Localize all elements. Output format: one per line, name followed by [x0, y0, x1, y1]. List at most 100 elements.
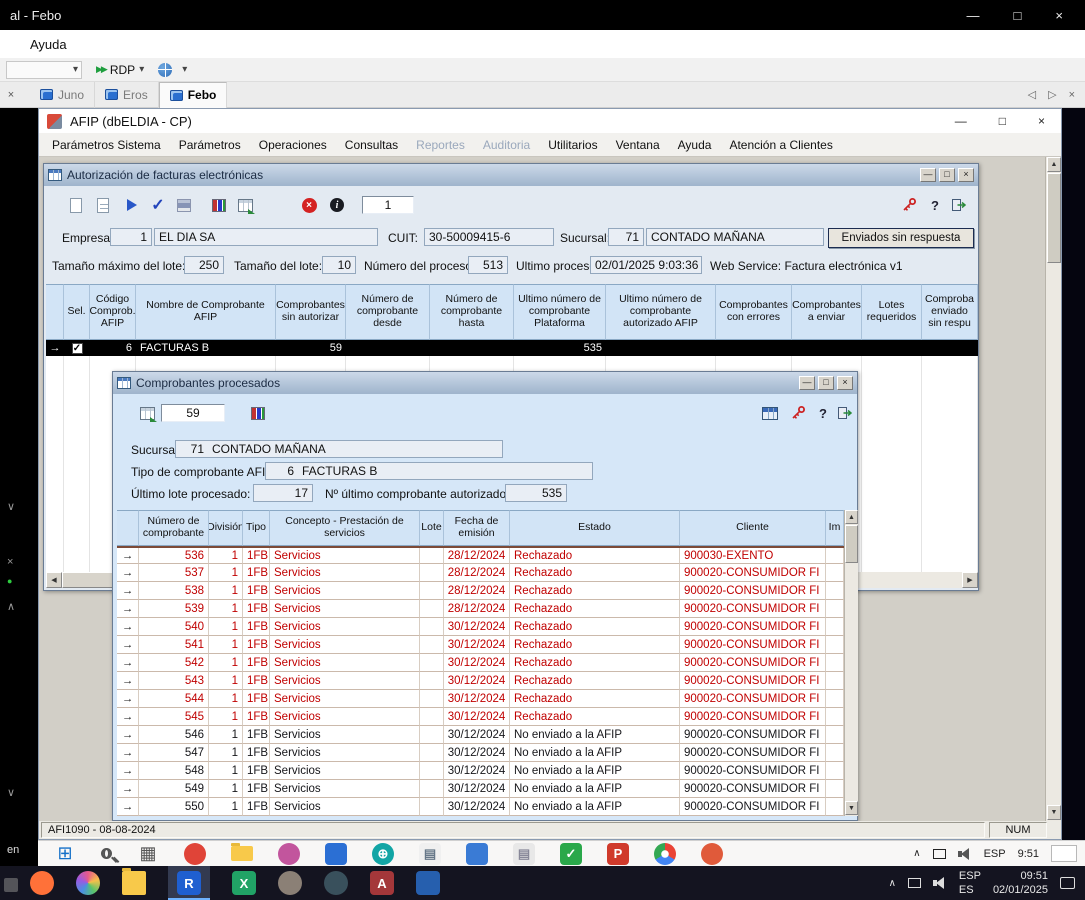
key-button[interactable] [897, 194, 921, 216]
display-tray-icon[interactable] [933, 849, 946, 859]
menu-ayuda[interactable]: Ayuda [669, 138, 721, 152]
remote-maximize-button[interactable]: □ [1014, 8, 1022, 23]
info-button[interactable]: i [325, 194, 349, 216]
minimize-button[interactable]: — [920, 168, 936, 182]
ultimo-lote-field[interactable]: 17 [253, 484, 313, 502]
help-button[interactable]: ? [811, 402, 835, 424]
background-close-icon[interactable]: × [7, 556, 13, 568]
pen-app-icon[interactable] [416, 871, 440, 895]
table-row[interactable]: →54911FBServicios30/12/2024No enviado a … [117, 780, 844, 798]
firefox-icon[interactable] [30, 871, 54, 895]
minimize-button[interactable]: — [799, 376, 815, 390]
language-indicator[interactable]: ESP ES [959, 869, 981, 898]
network-tray-icon[interactable] [908, 878, 921, 888]
gimp-icon[interactable] [278, 871, 302, 895]
chrome-icon[interactable] [654, 843, 676, 865]
table-row[interactable]: →55011FBServicios30/12/2024No enviado a … [117, 798, 844, 816]
columns-button[interactable] [246, 402, 270, 424]
menu-atencion-a-clientes[interactable]: Atención a Clientes [720, 138, 841, 152]
pdf-app-icon[interactable]: P [607, 843, 629, 865]
column-header-fecha-de-emision[interactable]: Fecha de emisión [444, 510, 510, 546]
browser-icon[interactable] [184, 843, 206, 865]
menu-parametros[interactable]: Parámetros [170, 138, 250, 152]
calendar-app-icon[interactable]: ✓ [560, 843, 582, 865]
table-view-button[interactable] [758, 402, 782, 424]
scroll-thumb[interactable] [1047, 173, 1061, 263]
file-explorer-icon[interactable] [231, 846, 253, 861]
sucursal-field[interactable]: 71 CONTADO MAÑANA [175, 440, 503, 458]
document-app-icon[interactable]: ▤ [419, 843, 441, 865]
table-row[interactable]: →54811FBServicios30/12/2024No enviado a … [117, 762, 844, 780]
auth-grid-selected-row[interactable]: →✓6FACTURAS B59535 [46, 340, 978, 356]
tab-close-button[interactable]: × [1069, 89, 1075, 101]
column-header-numero-de-comprobante[interactable]: Número de comprobante [139, 510, 209, 546]
menu-operaciones[interactable]: Operaciones [250, 138, 336, 152]
menu-auditoria[interactable]: Auditoria [474, 138, 539, 152]
proc-grid-vscrollbar[interactable]: ▲ ▼ [844, 510, 858, 816]
afip-titlebar[interactable]: AFIP (dbELDIA - CP) — □ × [39, 109, 1061, 133]
file-explorer-icon[interactable] [122, 871, 146, 895]
column-header-concepto-prestacion-de-servicios[interactable]: Concepto - Prestación de servicios [270, 510, 420, 546]
remote-clock[interactable]: 9:51 [1018, 848, 1039, 860]
column-header-codigo-comprob-afip[interactable]: Código Comprob. AFIP [90, 284, 136, 340]
table-row[interactable]: →54011FBServicios30/12/2024Rechazado9000… [117, 618, 844, 636]
globe-icon[interactable] [158, 63, 172, 77]
column-header-comprobantes-con-errores[interactable]: Comprobantes con errores [716, 284, 792, 340]
tab-febo[interactable]: Febo [159, 82, 228, 108]
ultimo-autorizado-field[interactable]: 535 [505, 484, 567, 502]
rdp-manager-icon[interactable]: R [177, 871, 201, 895]
run-button[interactable] [120, 194, 144, 216]
mdi-vscrollbar[interactable]: ▲ ▼ [1045, 157, 1061, 821]
obs-icon[interactable] [324, 871, 348, 895]
tipo-comprobante-field[interactable]: 6 FACTURAS B [265, 462, 593, 480]
column-header-im[interactable]: Im [826, 510, 844, 546]
column-header-estado[interactable]: Estado [510, 510, 680, 546]
close-button[interactable]: × [958, 168, 974, 182]
app-icon-pink[interactable] [278, 843, 300, 865]
server-combobox[interactable]: ▾ [6, 61, 82, 79]
cuit-field[interactable]: 30-50009415-6 [424, 228, 554, 246]
column-header-cliente[interactable]: Cliente [680, 510, 826, 546]
menu-ventana[interactable]: Ventana [607, 138, 669, 152]
close-button[interactable]: × [837, 376, 853, 390]
tab-eros[interactable]: Eros [95, 82, 159, 108]
auth-window-titlebar[interactable]: Autorización de facturas electrónicas — … [44, 164, 978, 186]
column-header-comprobantes-a-enviar[interactable]: Comprobantes a enviar [792, 284, 862, 340]
menu-consultas[interactable]: Consultas [336, 138, 407, 152]
numero-proceso-field[interactable]: 513 [468, 256, 508, 274]
column-header-division[interactable]: División [209, 510, 243, 546]
paint-app-icon[interactable] [76, 871, 100, 895]
background-scroll-up-icon[interactable]: ∧ [7, 600, 15, 613]
process-counter-field[interactable]: 1 [362, 196, 414, 214]
task-view-button[interactable]: ▦ [137, 843, 159, 865]
app-minimize-button[interactable]: — [955, 114, 967, 128]
show-desktop-button[interactable] [1051, 845, 1077, 862]
menu-parametros-sistema[interactable]: Parámetros Sistema [43, 138, 170, 152]
teams-icon[interactable]: ⊕ [372, 843, 394, 865]
column-header-lotes-requeridos[interactable]: Lotes requeridos [862, 284, 922, 340]
excel-icon[interactable]: X [232, 871, 256, 895]
remote-minimize-button[interactable]: — [967, 8, 980, 23]
cancel-button[interactable]: × [297, 194, 321, 216]
scroll-down-button[interactable]: ▼ [1047, 805, 1061, 820]
save-button[interactable] [172, 194, 196, 216]
app-icon-red[interactable] [701, 843, 723, 865]
enviados-sin-respuesta-button[interactable]: Enviados sin respuesta [828, 228, 974, 248]
proc-window-titlebar[interactable]: Comprobantes procesados — □ × [113, 372, 857, 394]
table-row[interactable]: →54411FBServicios30/12/2024Rechazado9000… [117, 690, 844, 708]
volume-tray-icon[interactable] [958, 848, 972, 860]
empresa-code-field[interactable]: 1 [110, 228, 152, 246]
export-button[interactable] [135, 402, 159, 424]
access-icon[interactable]: A [370, 871, 394, 895]
exit-button[interactable] [947, 194, 971, 216]
table-row[interactable]: →54711FBServicios30/12/2024No enviado a … [117, 744, 844, 762]
column-header-lote[interactable]: Lote [420, 510, 444, 546]
columns-button[interactable] [207, 194, 231, 216]
scroll-right-button[interactable]: ▶ [962, 572, 978, 588]
exit-button[interactable] [833, 402, 857, 424]
table-row[interactable]: →53611FBServicios28/12/2024Rechazado9000… [117, 546, 844, 564]
column-header-numero-de-comprobante-desde[interactable]: Número de comprobante desde [346, 284, 430, 340]
empresa-name-field[interactable]: EL DIA SA [154, 228, 378, 246]
remote-language-indicator[interactable]: ESP [984, 848, 1006, 860]
new-button[interactable] [64, 194, 88, 216]
